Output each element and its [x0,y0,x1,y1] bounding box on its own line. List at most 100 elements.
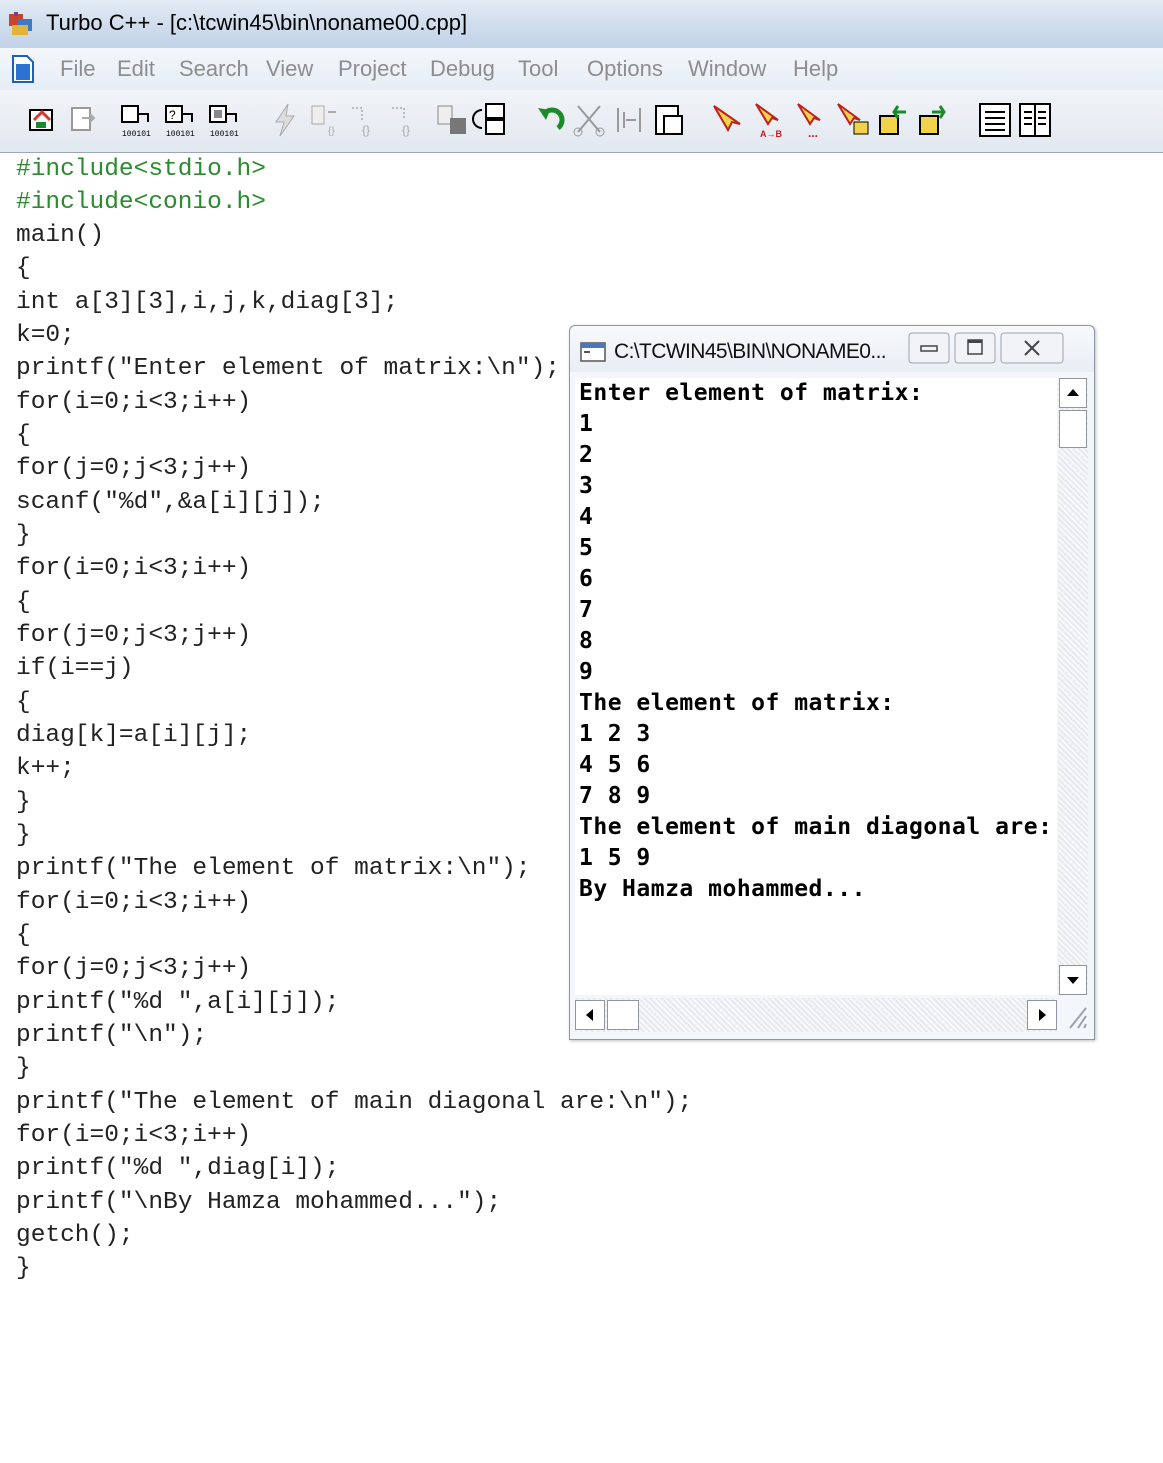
replace-icon[interactable]: A→B [750,100,790,140]
menu-search[interactable]: Search [179,56,249,82]
scroll-right-button[interactable] [1027,1000,1057,1030]
compile-icon[interactable]: 100101 [118,100,158,140]
code-line[interactable]: } [16,1052,31,1085]
inspect-icon[interactable]: {} [386,100,426,140]
code-line[interactable]: for(j=0;j<3;j++) [16,452,251,485]
console-line: Enter element of matrix: [579,380,924,406]
menu-help[interactable]: Help [793,56,838,82]
code-line[interactable]: if(i==j) [16,652,134,685]
console-window[interactable]: C:\TCWIN45\BIN\NONAME0... Enter element … [569,325,1095,1040]
open-project-icon[interactable] [24,100,64,140]
code-line[interactable]: printf("\n"); [16,1019,207,1052]
code-line[interactable]: #include<stdio.h> [16,153,266,186]
console-line: The element of matrix: [579,690,895,716]
speedbar-lightning-icon[interactable] [266,100,306,140]
search-again-icon[interactable]: ... [792,100,832,140]
code-line[interactable]: printf("Enter element of matrix:\n"); [16,352,560,385]
vertical-scroll-thumb[interactable] [1059,410,1087,448]
code-line[interactable]: printf("%d ",diag[i]); [16,1152,339,1185]
arrow-up-icon [1067,389,1079,396]
maximize-button[interactable] [954,332,996,364]
console-line: 1 [579,411,594,437]
menu-bar: File Edit Search View Project Debug Tool… [0,48,1163,90]
code-line[interactable]: } [16,1252,31,1285]
menu-view[interactable]: View [266,56,313,82]
arrow-right-icon [1039,1009,1046,1021]
code-line[interactable]: #include<conio.h> [16,186,266,219]
message-window-icon[interactable] [976,100,1016,140]
code-line[interactable]: for(j=0;j<3;j++) [16,952,251,985]
code-line[interactable]: { [16,419,31,452]
code-line[interactable]: } [16,819,31,852]
code-line[interactable]: { [16,586,31,619]
code-line[interactable]: for(j=0;j<3;j++) [16,619,251,652]
go-forward-icon[interactable] [914,100,954,140]
scroll-up-button[interactable] [1059,378,1087,408]
menu-file[interactable]: File [60,56,95,82]
code-line[interactable]: printf("\nBy Hamza mohammed..."); [16,1186,501,1219]
build-all-icon[interactable]: 100101 [206,100,246,140]
code-line[interactable]: { [16,252,31,285]
code-line[interactable]: getch(); [16,1219,134,1252]
paste-icon[interactable] [650,100,690,140]
code-line[interactable]: main() [16,219,104,252]
svg-text:...: ... [808,126,818,140]
code-line[interactable]: } [16,519,31,552]
console-title-bar[interactable]: C:\TCWIN45\BIN\NONAME0... [570,326,1094,372]
menu-window[interactable]: Window [688,56,766,82]
code-line[interactable]: } [16,786,31,819]
undo-icon[interactable] [530,100,570,140]
console-line: By Hamza mohammed... [579,876,866,902]
menu-edit[interactable]: Edit [117,56,155,82]
code-line[interactable]: k++; [16,752,75,785]
code-line[interactable]: for(i=0;i<3;i++) [16,552,251,585]
minimize-button[interactable] [908,332,950,364]
scroll-down-button[interactable] [1059,965,1087,995]
code-line[interactable]: { [16,686,31,719]
app-title-bar[interactable]: Turbo C++ - [c:\tcwin45\bin\noname00.cpp… [0,0,1163,48]
cut-icon[interactable] [570,100,610,140]
svg-text:100101: 100101 [166,130,195,139]
vertical-scrollbar[interactable] [1058,378,1088,995]
save-icon[interactable] [64,100,104,140]
tile-window-icon[interactable] [1016,100,1056,140]
browse-symbol-icon[interactable] [834,100,874,140]
go-back-icon[interactable] [874,100,914,140]
split-icon[interactable] [472,100,512,140]
horizontal-scrollbar[interactable] [575,998,1057,1032]
code-line[interactable]: printf("The element of main diagonal are… [16,1086,692,1119]
scroll-left-button[interactable] [575,1000,605,1030]
trace-icon[interactable]: {} [346,100,386,140]
copy-icon[interactable] [610,100,650,140]
console-line: 2 [579,442,594,468]
code-line[interactable]: { [16,919,31,952]
search-icon[interactable] [708,100,748,140]
menu-tool[interactable]: Tool [518,56,558,82]
code-line[interactable]: for(i=0;i<3;i++) [16,1119,251,1152]
code-line[interactable]: scanf("%d",&a[i][j]); [16,486,325,519]
resize-grip-icon[interactable] [1060,998,1090,1032]
code-line[interactable]: for(i=0;i<3;i++) [16,886,251,919]
svg-text:{}: {} [328,126,335,137]
svg-text:100101: 100101 [122,130,151,139]
make-icon[interactable]: ? 100101 [162,100,202,140]
svg-text:A→B: A→B [760,129,782,139]
menu-project[interactable]: Project [338,56,406,82]
browse-icon[interactable] [432,100,472,140]
menu-options[interactable]: Options [587,56,663,82]
code-line[interactable]: printf("The element of matrix:\n"); [16,852,531,885]
turbo-cpp-app-icon[interactable] [8,11,36,37]
horizontal-scroll-thumb[interactable] [607,1000,639,1030]
close-button[interactable] [1000,332,1064,364]
code-line[interactable]: for(i=0;i<3;i++) [16,386,251,419]
menu-debug[interactable]: Debug [430,56,495,82]
document-icon[interactable] [10,54,36,84]
code-line[interactable]: k=0; [16,319,75,352]
code-line[interactable]: diag[k]=a[i][j]; [16,719,251,752]
step-icon[interactable]: {} [306,100,346,140]
code-line[interactable]: printf("%d ",a[i][j]); [16,986,339,1019]
console-line: 9 [579,659,594,685]
console-line: 7 [579,597,594,623]
code-line[interactable]: int a[3][3],i,j,k,diag[3]; [16,286,398,319]
console-app-icon[interactable] [580,342,606,362]
